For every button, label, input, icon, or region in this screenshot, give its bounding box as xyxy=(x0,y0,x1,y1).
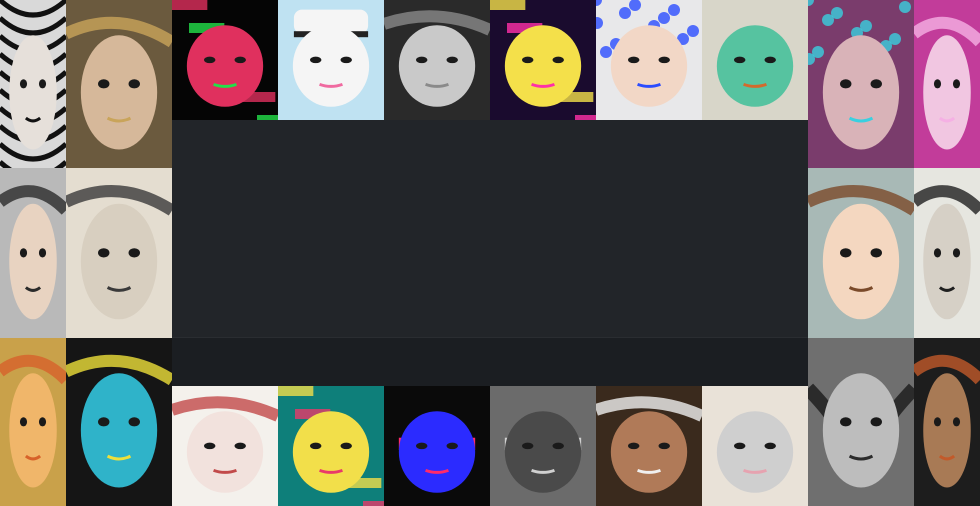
gallery-tile-psychedelic-green-face[interactable] xyxy=(278,386,384,506)
gallery-tile-golden-mask-woman[interactable] xyxy=(66,0,172,168)
gallery-tile-shattered-painting-face[interactable] xyxy=(914,338,980,506)
gallery-tile-cosmic-hair-face[interactable] xyxy=(596,0,702,120)
gallery-tile-wide-eyed-girl[interactable] xyxy=(808,168,914,338)
gallery-tile-geometric-metal-mask[interactable] xyxy=(490,386,596,506)
gallery-tile-pink-blur-portrait[interactable] xyxy=(914,0,980,168)
gallery-tile-zebra-stripe-face[interactable] xyxy=(0,0,66,168)
gallery-tile-winged-grey-woman[interactable] xyxy=(808,338,914,506)
content-overlay-panel xyxy=(172,120,808,386)
gallery-tile-sailor-monster[interactable] xyxy=(278,0,384,120)
gallery-tile-sketch-stamp-face[interactable] xyxy=(66,168,172,338)
gallery-tile-feather-woman[interactable] xyxy=(384,0,490,120)
gallery-tile-ink-splash-face[interactable] xyxy=(914,168,980,338)
gallery-tile-pale-round-eyes[interactable] xyxy=(172,386,278,506)
overlay-footer-bar xyxy=(172,337,808,386)
gallery-tile-neon-helmet-face[interactable] xyxy=(172,0,278,120)
gallery-tile-ginger-bearded-man[interactable] xyxy=(702,0,808,120)
gallery-tile-neon-painted-sunglasses[interactable] xyxy=(384,386,490,506)
gallery-tile-glitch-collage[interactable] xyxy=(490,0,596,120)
gallery-tile-swirl-orange-face[interactable] xyxy=(0,338,66,506)
gallery-tile-pink-beard-cartoon[interactable] xyxy=(702,386,808,506)
gallery-tile-jeweled-woman[interactable] xyxy=(808,0,914,168)
gallery-tile-headscarf-woman[interactable] xyxy=(596,386,702,506)
gallery-tile-yellow-skull-creature[interactable] xyxy=(66,338,172,506)
gallery-tile-tribal-painted-man[interactable] xyxy=(0,168,66,338)
